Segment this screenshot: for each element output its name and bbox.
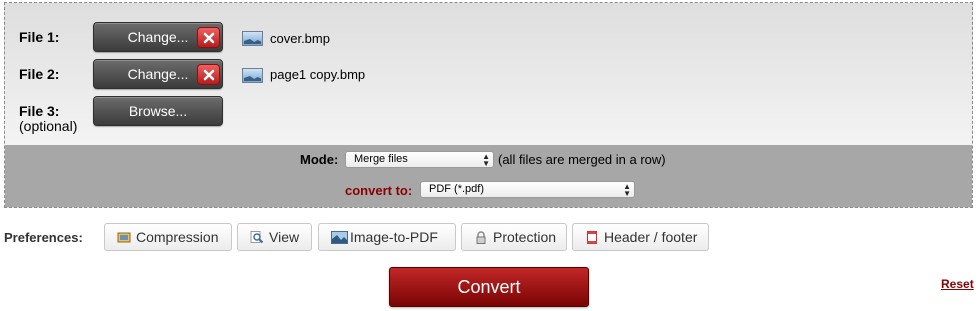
compression-button[interactable]: Compression bbox=[104, 223, 232, 251]
mode-select[interactable]: Merge files ▲ ▼ bbox=[345, 151, 494, 168]
convert-button[interactable]: Convert bbox=[389, 267, 589, 307]
image-icon bbox=[331, 231, 348, 244]
file-1-name: cover.bmp bbox=[270, 31, 330, 46]
select-arrows-icon: ▲ ▼ bbox=[623, 182, 631, 198]
header-footer-button[interactable]: Header / footer bbox=[572, 223, 709, 251]
header-footer-button-label: Header / footer bbox=[604, 229, 698, 245]
file-1-remove-button[interactable] bbox=[197, 27, 220, 48]
file-1-label: File 1: bbox=[19, 29, 60, 45]
image-file-icon bbox=[242, 31, 263, 46]
image-to-pdf-button-label: Image-to-PDF bbox=[350, 229, 438, 245]
file-2-label: File 2: bbox=[19, 66, 60, 82]
convert-to-label: convert to: bbox=[345, 183, 413, 198]
close-icon bbox=[203, 32, 215, 44]
mode-select-value: Merge files bbox=[354, 153, 408, 165]
mode-settings-band: Mode: Merge files ▲ ▼ (all files are merg… bbox=[5, 145, 972, 207]
protection-button[interactable]: Protection bbox=[461, 223, 567, 251]
file-3-optional-note: (optional) bbox=[19, 118, 78, 134]
convert-to-select-value: PDF (*.pdf) bbox=[429, 183, 485, 195]
file-2-remove-button[interactable] bbox=[197, 64, 220, 85]
file-3-label: File 3: (optional) bbox=[19, 104, 77, 134]
convert-to-select[interactable]: PDF (*.pdf) ▲ ▼ bbox=[420, 181, 635, 198]
file-3-browse-button[interactable]: Browse... bbox=[93, 96, 223, 126]
mode-note: (all files are merged in a row) bbox=[498, 152, 666, 167]
document-icon bbox=[587, 231, 597, 244]
lock-icon bbox=[476, 231, 486, 244]
compression-icon bbox=[117, 232, 131, 243]
file-3-label-text: File 3: bbox=[19, 103, 60, 119]
magnifier-icon bbox=[250, 231, 264, 244]
preferences-label: Preferences: bbox=[4, 230, 83, 245]
select-arrows-icon: ▲ ▼ bbox=[482, 152, 490, 168]
view-button[interactable]: View bbox=[237, 223, 312, 251]
image-to-pdf-button[interactable]: Image-to-PDF bbox=[318, 223, 456, 251]
file-upload-panel: File 1: Change... cover.bmp File 2: Chan… bbox=[4, 2, 973, 208]
close-icon bbox=[203, 69, 215, 81]
mode-label: Mode: bbox=[300, 152, 339, 167]
reset-link[interactable]: Reset bbox=[941, 277, 974, 291]
compression-button-label: Compression bbox=[136, 229, 219, 245]
image-file-icon bbox=[242, 68, 263, 83]
protection-button-label: Protection bbox=[493, 229, 557, 245]
file-2-name: page1 copy.bmp bbox=[270, 67, 366, 82]
view-button-label: View bbox=[269, 229, 300, 245]
